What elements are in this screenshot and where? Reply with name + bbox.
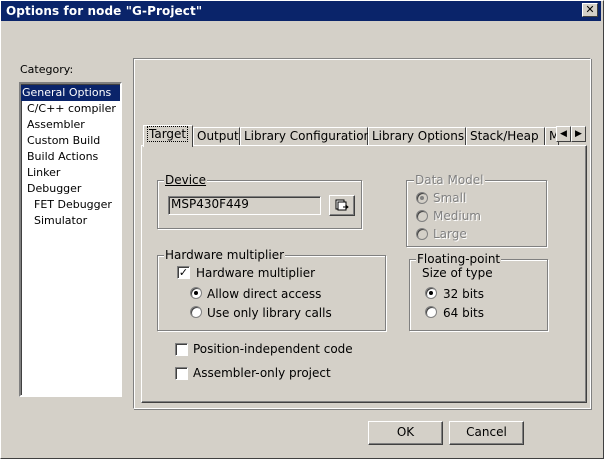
allow-direct-access-label: Allow direct access [207,287,322,301]
category-item-simulator[interactable]: Simulator [21,213,120,229]
arrow-right-icon: ▶ [575,129,582,139]
tab-library-options[interactable]: Library Options [368,127,466,146]
tab-target-label: Target [147,126,189,142]
64-bits-radio[interactable] [425,306,437,318]
arrow-left-icon: ◀ [560,129,567,139]
cancel-button[interactable]: Cancel [449,421,524,445]
device-select-icon [335,199,349,211]
data-model-small-label: Small [433,191,467,205]
size-of-type-label: Size of type [422,266,493,280]
hardware-multiplier-group-title: Hardware multiplier [164,248,286,262]
title-bar: Options for node "G-Project" ✕ [1,1,601,21]
data-model-medium-radio[interactable] [416,210,428,222]
tab-scroll-right-button[interactable]: ▶ [571,126,586,142]
assembler-only-project-checkbox[interactable] [175,367,188,380]
category-item-custom-build[interactable]: Custom Build [21,133,120,149]
tab-target[interactable]: Target [143,125,193,147]
category-label: Category: [20,63,74,76]
category-item-debugger[interactable]: Debugger [21,181,120,197]
hardware-multiplier-checkbox[interactable]: ✓ [177,266,190,279]
tab-output[interactable]: Output [193,127,240,146]
category-item-linker[interactable]: Linker [21,165,120,181]
tab-scroll-left-button[interactable]: ◀ [556,126,571,142]
tab-library-configuration[interactable]: Library Configuration [240,127,371,146]
allow-direct-access-radio[interactable] [190,287,202,299]
close-button[interactable]: ✕ [582,3,598,17]
device-field[interactable]: MSP430F449 [168,196,321,215]
32-bits-label: 32 bits [443,287,484,301]
category-item-fet-debugger[interactable]: FET Debugger [21,197,120,213]
position-independent-code-checkbox[interactable] [175,343,188,356]
data-model-large-label: Large [433,227,467,241]
category-item-assembler[interactable]: Assembler [21,117,120,133]
position-independent-code-label: Position-independent code [193,342,353,356]
category-list[interactable]: General Options C/C++ compiler Assembler… [19,82,122,397]
ok-button[interactable]: OK [368,421,443,445]
data-model-small-radio[interactable] [416,192,428,204]
64-bits-label: 64 bits [443,306,484,320]
device-group-title: Device [164,173,208,187]
window-title: Options for node "G-Project" [6,4,203,18]
data-model-group-title: Data Model [414,173,485,187]
use-only-library-calls-radio[interactable] [190,306,202,318]
data-model-medium-label: Medium [433,209,481,223]
assembler-only-project-label: Assembler-only project [193,366,331,380]
close-icon: ✕ [585,3,595,16]
category-item-general-options[interactable]: General Options [21,85,120,101]
category-item-c-compiler[interactable]: C/C++ compiler [21,101,120,117]
device-browse-button[interactable] [329,195,355,216]
data-model-large-radio[interactable] [416,228,428,240]
hardware-multiplier-checkbox-label: Hardware multiplier [196,266,316,280]
32-bits-radio[interactable] [425,287,437,299]
tab-stack-heap[interactable]: Stack/Heap [466,127,545,146]
category-item-build-actions[interactable]: Build Actions [21,149,120,165]
floating-point-group-title: Floating-point [416,252,502,266]
use-only-library-calls-label: Use only library calls [207,306,332,320]
